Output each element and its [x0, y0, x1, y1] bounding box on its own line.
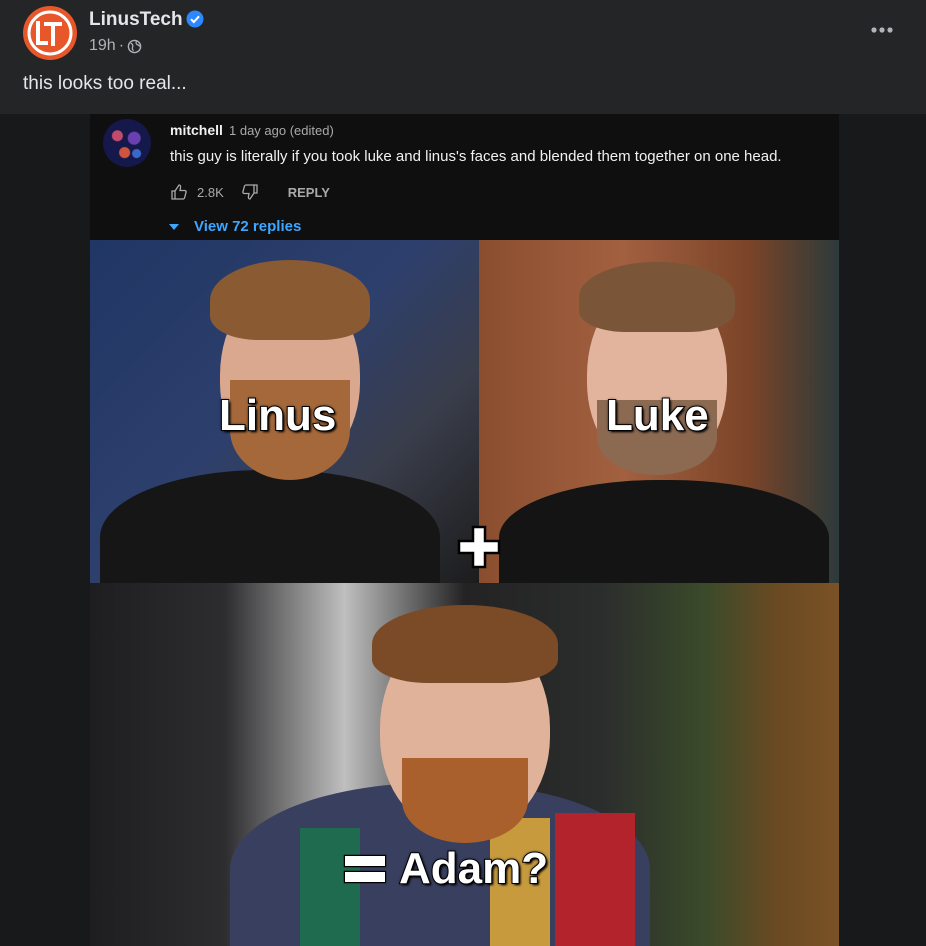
shirt	[100, 470, 440, 583]
reply-button: REPLY	[287, 184, 330, 200]
post-text: this looks too real...	[23, 73, 187, 94]
label-adam-text: Adam?	[398, 843, 549, 894]
equals-icon	[343, 854, 387, 884]
comment-text: this guy is literally if you took luke a…	[170, 148, 782, 165]
label-linus: Linus	[218, 390, 337, 441]
page-name[interactable]: LinusTech	[89, 9, 183, 31]
hair	[210, 260, 370, 340]
comment-actions: 2.8K REPLY	[170, 183, 330, 201]
plus-icon	[457, 525, 501, 569]
verified-badge-icon	[186, 10, 204, 28]
hair	[579, 262, 735, 332]
caret-down-icon	[169, 223, 179, 230]
commenter-avatar	[103, 119, 151, 167]
label-luke: Luke	[605, 390, 710, 441]
view-replies: View 72 replies	[168, 218, 301, 235]
post-image[interactable]: mitchell 1 day ago (edited) this guy is …	[90, 114, 839, 946]
beard	[402, 758, 528, 843]
label-adam: Adam?	[343, 843, 549, 894]
shirt	[499, 480, 829, 583]
meta-separator: ·	[118, 37, 125, 54]
commenter-name: mitchell	[170, 122, 223, 138]
post-header: LinusTech 19h · this looks too real...	[0, 0, 926, 114]
lt-logo-icon	[24, 7, 76, 59]
view-replies-label: View 72 replies	[194, 218, 302, 235]
globe-icon[interactable]	[127, 39, 142, 54]
page-avatar[interactable]	[23, 6, 77, 60]
post-meta: 19h ·	[89, 37, 142, 55]
jacket-red-panel	[555, 813, 635, 946]
youtube-comment-screenshot: mitchell 1 day ago (edited) this guy is …	[90, 114, 839, 240]
thumbs-down-icon	[241, 184, 258, 200]
comment-time: 1 day ago (edited)	[229, 123, 334, 138]
hair	[372, 605, 558, 683]
like-count: 2.8K	[197, 184, 224, 200]
post-time[interactable]: 19h	[89, 37, 116, 55]
more-options-icon[interactable]	[868, 18, 896, 42]
thumbs-up-icon	[171, 184, 187, 200]
